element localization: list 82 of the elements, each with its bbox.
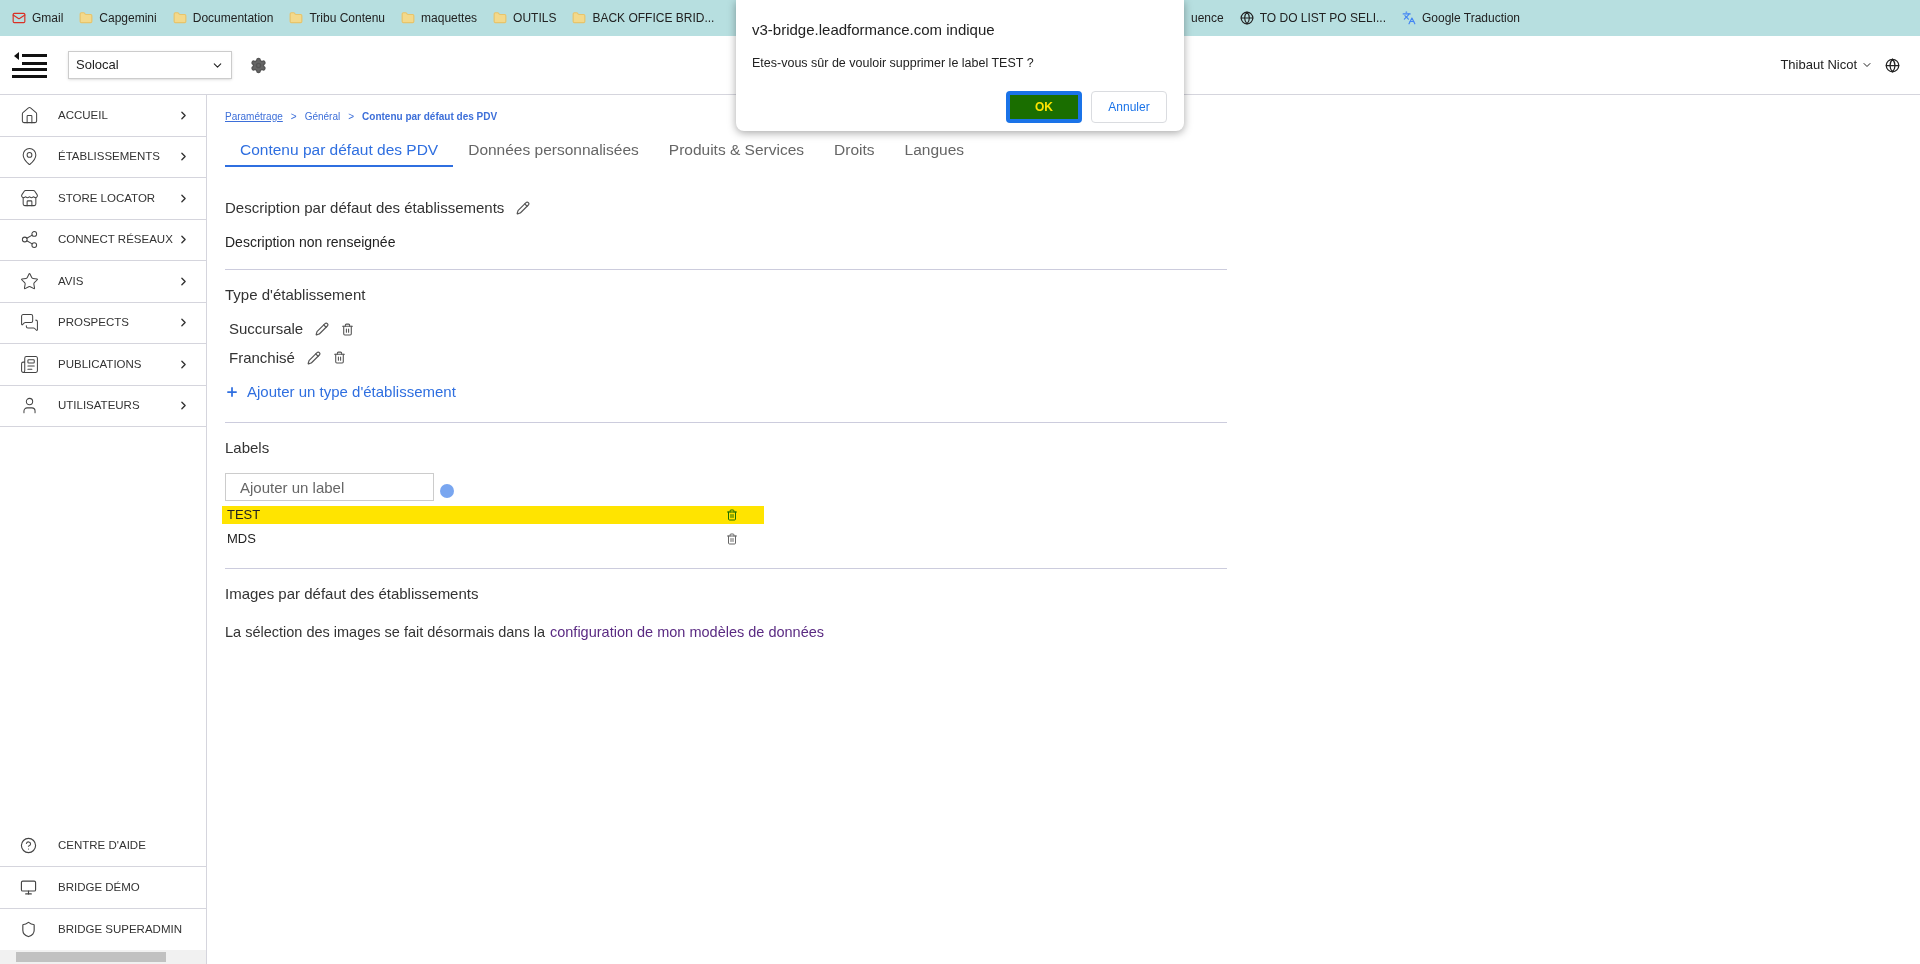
trash-icon[interactable] bbox=[726, 533, 738, 545]
tab[interactable]: Droits bbox=[819, 134, 890, 167]
breadcrumb-separator: > bbox=[290, 109, 297, 124]
folder-icon bbox=[289, 11, 304, 25]
cancel-button[interactable]: Annuler bbox=[1091, 91, 1167, 124]
chat-bubbles-icon bbox=[20, 313, 39, 333]
plus-icon bbox=[225, 385, 239, 400]
newspaper-icon bbox=[20, 354, 39, 374]
folder-icon bbox=[172, 11, 187, 25]
bookmark[interactable]: OUTILS bbox=[485, 4, 565, 32]
horizontal-scrollbar[interactable] bbox=[0, 950, 206, 964]
tab[interactable]: Langues bbox=[889, 134, 980, 167]
dialog-message: Etes-vous sûr de vouloir supprimer le label TEST ? bbox=[752, 54, 1035, 72]
section-title: Description par défaut des établissements bbox=[225, 198, 505, 218]
house-icon bbox=[20, 105, 39, 125]
bookmark[interactable]: Google Traduction bbox=[1393, 4, 1529, 32]
sidebar-item[interactable]: AVIS bbox=[0, 261, 206, 303]
star-icon bbox=[20, 271, 39, 291]
bookmark[interactable]: Documentation bbox=[164, 4, 282, 32]
map-pin-icon bbox=[20, 147, 39, 167]
label-input[interactable]: Ajouter un label bbox=[225, 473, 434, 501]
storefront-icon bbox=[20, 188, 39, 208]
sidebar-item[interactable]: CONNECT RÉSEAUX bbox=[0, 219, 206, 261]
label-row[interactable]: MDS bbox=[222, 530, 764, 548]
folder-icon bbox=[572, 11, 587, 25]
monitor-icon bbox=[20, 878, 37, 896]
folder-icon bbox=[401, 11, 416, 25]
bookmark[interactable]: TO DO LIST PO SELI... bbox=[1231, 4, 1394, 32]
ok-button[interactable]: OK bbox=[1006, 91, 1082, 124]
folder-icon bbox=[493, 11, 508, 25]
tab[interactable]: Contenu par défaut des PDV bbox=[225, 134, 454, 167]
breadcrumb-link[interactable]: Général bbox=[304, 108, 341, 124]
add-dot-button[interactable] bbox=[440, 484, 454, 498]
breadcrumb-link[interactable]: Paramétrage bbox=[225, 108, 283, 124]
breadcrumb-separator: > bbox=[348, 109, 355, 124]
settings-icon[interactable] bbox=[250, 56, 267, 74]
sidebar-item[interactable]: ÉTABLISSEMENTS bbox=[0, 136, 206, 178]
tab[interactable]: Produits & Services bbox=[653, 134, 820, 167]
sidebar-item[interactable]: PUBLICATIONS bbox=[0, 344, 206, 386]
trash-icon[interactable] bbox=[726, 509, 738, 521]
network-icon bbox=[20, 230, 39, 250]
tab[interactable]: Données personnalisées bbox=[453, 134, 654, 167]
section-title: Images par défaut des établissements bbox=[225, 584, 480, 604]
bookmark[interactable]: maquettes bbox=[393, 4, 486, 32]
sidebar-item[interactable]: BRIDGE SUPERADMIN bbox=[0, 908, 206, 950]
label-row[interactable]: TEST bbox=[222, 506, 764, 524]
sidebar-item[interactable]: ACCUEIL bbox=[0, 95, 206, 137]
globe-icon bbox=[1239, 11, 1254, 25]
add-type-link[interactable]: Ajouter un type d'établissement bbox=[225, 381, 456, 404]
translate-icon bbox=[1401, 11, 1416, 25]
sidebar-item[interactable]: BRIDGE DÉMO bbox=[0, 867, 206, 909]
user-menu[interactable]: Thibaut Nicot bbox=[1780, 55, 1873, 75]
data-model-link[interactable]: configuration de mon modèles de données bbox=[550, 621, 825, 644]
bookmark[interactable]: Tribu Contenu bbox=[281, 4, 394, 32]
breadcrumb-current[interactable]: Contenu par défaut des PDV bbox=[362, 108, 498, 124]
section-title: Type d'établissement bbox=[225, 284, 367, 305]
sidebar-item[interactable]: STORE LOCATOR bbox=[0, 178, 206, 220]
pencil-icon[interactable] bbox=[306, 350, 321, 365]
bookmark[interactable]: uence bbox=[1183, 4, 1232, 32]
trash-icon[interactable] bbox=[332, 351, 346, 365]
sidebar-item[interactable]: UTILISATEURS bbox=[0, 385, 206, 427]
pencil-icon[interactable] bbox=[315, 322, 330, 337]
help-icon bbox=[20, 837, 37, 855]
pencil-icon[interactable] bbox=[516, 201, 531, 216]
menu-icon[interactable] bbox=[12, 51, 48, 79]
trash-icon[interactable] bbox=[341, 322, 355, 336]
account-select[interactable]: Solocal bbox=[68, 51, 232, 79]
folder-icon bbox=[79, 11, 94, 25]
info-text: La sélection des images se fait désormais dans la bbox=[225, 622, 545, 642]
person-icon bbox=[20, 396, 39, 416]
sidebar-item[interactable]: CENTRE D'AIDE bbox=[0, 825, 206, 867]
sidebar-item[interactable]: PROSPECTS bbox=[0, 302, 206, 344]
type-name: Franchisé bbox=[229, 347, 295, 368]
description-text: Description non renseignée bbox=[225, 232, 397, 252]
bookmark[interactable]: Capgemini bbox=[71, 4, 165, 32]
language-icon[interactable] bbox=[1885, 57, 1900, 73]
type-name: Succursale bbox=[229, 319, 304, 339]
bookmark[interactable]: BACK OFFICE BRID... bbox=[564, 4, 723, 32]
dialog-title: v3-bridge.leadformance.com indique bbox=[752, 20, 996, 40]
section-title: Labels bbox=[225, 437, 271, 458]
bookmark[interactable]: Gmail bbox=[4, 4, 72, 32]
mail-icon bbox=[12, 11, 26, 25]
